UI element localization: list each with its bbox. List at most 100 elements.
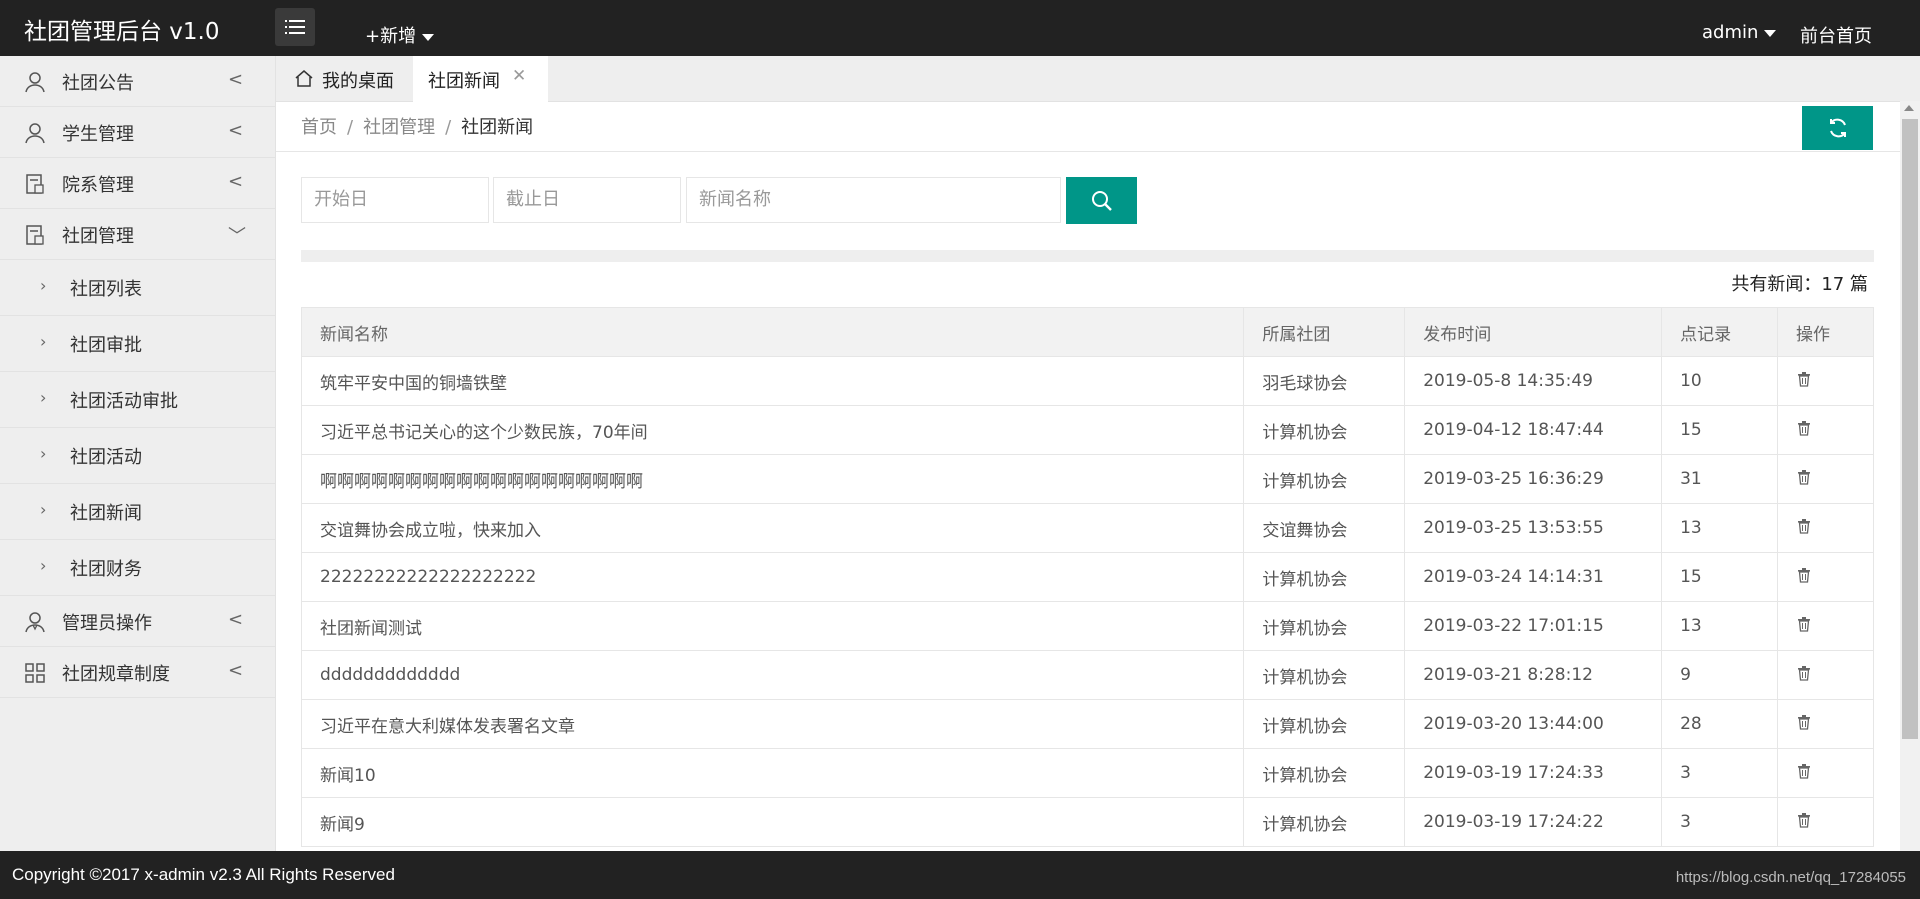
chevron-left-icon: < xyxy=(228,69,244,90)
delete-trash-icon[interactable] xyxy=(1796,567,1812,588)
delete-trash-icon[interactable] xyxy=(1796,714,1812,735)
table-row: ddddddddddddd 计算机协会 2019-03-21 8:28:12 9 xyxy=(300,650,1874,700)
view-count-cell: 15 xyxy=(1661,552,1779,602)
actions-cell xyxy=(1777,797,1874,847)
sidebar-item-club-rules[interactable]: 社团规章制度 < xyxy=(0,647,275,698)
view-count-cell: 3 xyxy=(1661,748,1779,798)
news-name-cell[interactable]: 啊啊啊啊啊啊啊啊啊啊啊啊啊啊啊啊啊啊啊 xyxy=(300,454,1245,504)
news-name-cell[interactable]: 社团新闻测试 xyxy=(300,601,1245,651)
sidebar-subitem-club-news[interactable]: › 社团新闻 xyxy=(0,484,275,540)
delete-trash-icon[interactable] xyxy=(1796,763,1812,784)
tab-my-desktop[interactable]: 我的桌面 xyxy=(276,56,413,102)
breadcrumb-home[interactable]: 首页 xyxy=(301,117,337,138)
delete-trash-icon[interactable] xyxy=(1796,616,1812,637)
front-home-link[interactable]: 前台首页 xyxy=(1800,22,1872,48)
news-name-cell[interactable]: 新闻10 xyxy=(300,748,1245,798)
club-cell: 计算机协会 xyxy=(1243,405,1406,455)
delete-trash-icon[interactable] xyxy=(1796,469,1812,490)
club-cell: 计算机协会 xyxy=(1243,552,1406,602)
app-logo-title[interactable]: 社团管理后台 v1.0 xyxy=(24,12,220,46)
news-name-cell[interactable]: 习近平总书记关心的这个少数民族，70年间 xyxy=(300,405,1245,455)
document-icon xyxy=(26,174,44,194)
column-header: 点记录 xyxy=(1661,307,1779,357)
sidebar-subitem-label: 社团审批 xyxy=(70,335,142,356)
actions-cell xyxy=(1777,601,1874,651)
column-header: 所属社团 xyxy=(1243,307,1406,357)
sidebar-item-club-management[interactable]: 社团管理 ﹀ xyxy=(0,209,275,260)
refresh-button[interactable] xyxy=(1802,106,1873,150)
news-name-cell[interactable]: 习近平在意大利媒体发表署名文章 xyxy=(300,699,1245,749)
user-icon xyxy=(25,72,45,93)
actions-cell xyxy=(1777,454,1874,504)
source-watermark: https://blog.csdn.net/qq_17284055 xyxy=(1675,869,1906,886)
club-cell: 计算机协会 xyxy=(1243,601,1406,651)
toolbar-strip xyxy=(301,250,1874,262)
scroll-thumb[interactable] xyxy=(1902,119,1918,739)
sidebar-subitem-club-finance[interactable]: › 社团财务 xyxy=(0,540,275,596)
breadcrumb-separator: / xyxy=(445,117,452,138)
publish-time-cell: 2019-05-8 14:35:49 xyxy=(1404,356,1663,406)
club-cell: 计算机协会 xyxy=(1243,748,1406,798)
menu-toggle-button[interactable] xyxy=(275,8,315,46)
news-name-cell[interactable]: 交谊舞协会成立啦，快来加入 xyxy=(300,503,1245,553)
page-scrollbar[interactable] xyxy=(1900,101,1920,851)
news-name-input[interactable]: 新闻名称 xyxy=(686,177,1061,223)
club-cell: 计算机协会 xyxy=(1243,650,1406,700)
publish-time-cell: 2019-03-22 17:01:15 xyxy=(1404,601,1663,651)
chevron-right-icon: › xyxy=(40,500,47,519)
breadcrumb-separator: / xyxy=(347,117,354,138)
table-row: 习近平总书记关心的这个少数民族，70年间 计算机协会 2019-04-12 18:4… xyxy=(300,405,1874,455)
search-button[interactable] xyxy=(1066,177,1137,224)
close-icon[interactable]: ✕ xyxy=(512,66,526,86)
sidebar-subitem-activity-approval[interactable]: › 社团活动审批 xyxy=(0,372,275,428)
sidebar-item-admin-operations[interactable]: 管理员操作 < xyxy=(0,596,275,647)
news-name-cell[interactable]: 筑牢平安中国的铜墙铁壁 xyxy=(300,356,1245,406)
news-name-cell[interactable]: ddddddddddddd xyxy=(300,650,1245,700)
scroll-up-arrow-icon[interactable] xyxy=(1904,105,1914,111)
chevron-down-icon: ﹀ xyxy=(228,226,246,247)
view-count-cell: 3 xyxy=(1661,797,1779,847)
actions-cell xyxy=(1777,699,1874,749)
delete-trash-icon[interactable] xyxy=(1796,371,1812,392)
breadcrumb-parent[interactable]: 社团管理 xyxy=(363,117,435,138)
sidebar-subitem-club-approval[interactable]: › 社团审批 xyxy=(0,316,275,372)
club-cell: 交谊舞协会 xyxy=(1243,503,1406,553)
sidebar-subitem-club-activities[interactable]: › 社团活动 xyxy=(0,428,275,484)
sidebar-subitem-label: 社团活动审批 xyxy=(70,391,178,412)
end-date-input[interactable]: 截止日 xyxy=(493,177,681,223)
sidebar-item-departments[interactable]: 院系管理 < xyxy=(0,158,275,209)
actions-cell xyxy=(1777,552,1874,602)
sidebar-subitem-label: 社团活动 xyxy=(70,447,142,468)
publish-time-cell: 2019-03-24 14:14:31 xyxy=(1404,552,1663,602)
sidebar-subitem-club-list[interactable]: › 社团列表 xyxy=(0,260,275,316)
delete-trash-icon[interactable] xyxy=(1796,420,1812,441)
news-table: 新闻名称 所属社团 发布时间 点记录 操作 筑牢平安中国的铜墙铁壁 羽毛球协会 20… xyxy=(300,307,1874,847)
chevron-right-icon: › xyxy=(40,332,47,351)
chevron-left-icon: < xyxy=(228,660,244,681)
top-header: 社团管理后台 v1.0 +新增 admin 前台首页 xyxy=(0,0,1920,56)
club-cell: 羽毛球协会 xyxy=(1243,356,1406,406)
club-cell: 计算机协会 xyxy=(1243,699,1406,749)
user-name: admin xyxy=(1702,22,1759,43)
user-menu[interactable]: admin xyxy=(1702,22,1777,43)
caret-down-icon xyxy=(1764,29,1777,37)
delete-trash-icon[interactable] xyxy=(1796,665,1812,686)
club-cell: 计算机协会 xyxy=(1243,454,1406,504)
news-name-cell[interactable]: 22222222222222222222 xyxy=(300,552,1245,602)
actions-cell xyxy=(1777,503,1874,553)
table-row: 社团新闻测试 计算机协会 2019-03-22 17:01:15 13 xyxy=(300,601,1874,651)
sidebar-item-label: 管理员操作 xyxy=(62,613,152,634)
add-new-menu[interactable]: +新增 xyxy=(365,22,435,48)
publish-time-cell: 2019-04-12 18:47:44 xyxy=(1404,405,1663,455)
news-name-cell[interactable]: 新闻9 xyxy=(300,797,1245,847)
column-header: 发布时间 xyxy=(1404,307,1663,357)
sidebar: 社团公告 < 学生管理 < 院系管理 < 社团管理 ﹀ › 社团列表 › 社团审… xyxy=(0,56,276,851)
delete-trash-icon[interactable] xyxy=(1796,812,1812,833)
delete-trash-icon[interactable] xyxy=(1796,518,1812,539)
sidebar-item-announcements[interactable]: 社团公告 < xyxy=(0,56,275,107)
start-date-input[interactable]: 开始日 xyxy=(301,177,489,223)
sidebar-subitem-label: 社团列表 xyxy=(70,279,142,300)
sidebar-item-students[interactable]: 学生管理 < xyxy=(0,107,275,158)
tab-club-news[interactable]: 社团新闻 ✕ xyxy=(413,56,548,102)
publish-time-cell: 2019-03-19 17:24:33 xyxy=(1404,748,1663,798)
